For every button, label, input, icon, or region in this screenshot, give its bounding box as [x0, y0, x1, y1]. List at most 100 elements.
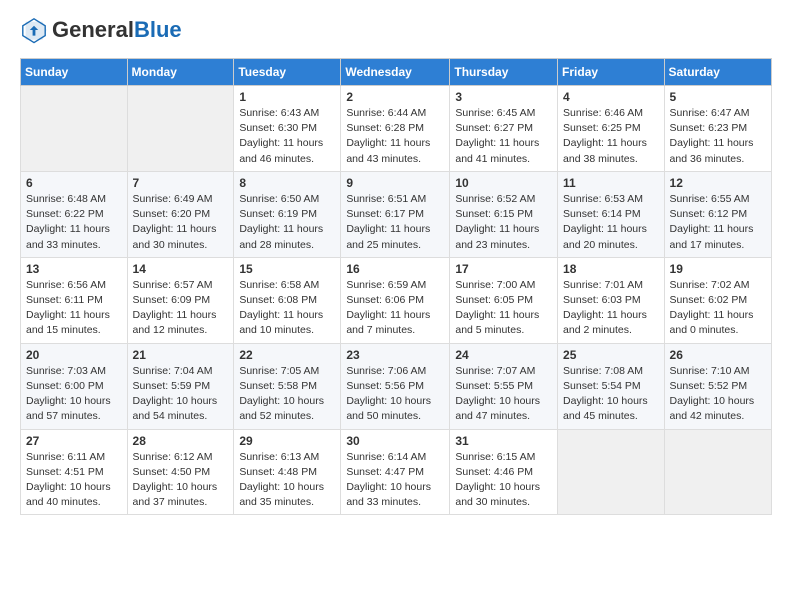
calendar-cell: 3 Sunrise: 6:45 AMSunset: 6:27 PMDayligh… [450, 86, 558, 172]
day-number: 19 [670, 262, 766, 276]
day-number: 9 [346, 176, 444, 190]
calendar-cell: 21 Sunrise: 7:04 AMSunset: 5:59 PMDaylig… [127, 343, 234, 429]
day-number: 20 [26, 348, 122, 362]
calendar-cell: 24 Sunrise: 7:07 AMSunset: 5:55 PMDaylig… [450, 343, 558, 429]
calendar-week-row: 13 Sunrise: 6:56 AMSunset: 6:11 PMDaylig… [21, 257, 772, 343]
day-info: Sunrise: 6:48 AMSunset: 6:22 PMDaylight:… [26, 193, 110, 251]
day-info: Sunrise: 7:08 AMSunset: 5:54 PMDaylight:… [563, 365, 648, 423]
day-number: 17 [455, 262, 552, 276]
day-number: 21 [133, 348, 229, 362]
calendar-week-row: 20 Sunrise: 7:03 AMSunset: 6:00 PMDaylig… [21, 343, 772, 429]
page-header: GeneralBlue [20, 16, 772, 44]
day-info: Sunrise: 6:55 AMSunset: 6:12 PMDaylight:… [670, 193, 754, 251]
calendar-cell: 9 Sunrise: 6:51 AMSunset: 6:17 PMDayligh… [341, 171, 450, 257]
calendar-cell: 29 Sunrise: 6:13 AMSunset: 4:48 PMDaylig… [234, 429, 341, 515]
calendar-cell: 19 Sunrise: 7:02 AMSunset: 6:02 PMDaylig… [664, 257, 771, 343]
day-info: Sunrise: 6:52 AMSunset: 6:15 PMDaylight:… [455, 193, 539, 251]
day-info: Sunrise: 6:49 AMSunset: 6:20 PMDaylight:… [133, 193, 217, 251]
day-number: 29 [239, 434, 335, 448]
calendar-cell: 31 Sunrise: 6:15 AMSunset: 4:46 PMDaylig… [450, 429, 558, 515]
day-number: 10 [455, 176, 552, 190]
day-number: 4 [563, 90, 659, 104]
day-info: Sunrise: 6:46 AMSunset: 6:25 PMDaylight:… [563, 107, 647, 165]
calendar-cell [127, 86, 234, 172]
day-info: Sunrise: 7:02 AMSunset: 6:02 PMDaylight:… [670, 279, 754, 337]
day-number: 23 [346, 348, 444, 362]
day-info: Sunrise: 7:07 AMSunset: 5:55 PMDaylight:… [455, 365, 540, 423]
day-info: Sunrise: 6:57 AMSunset: 6:09 PMDaylight:… [133, 279, 217, 337]
calendar-cell: 11 Sunrise: 6:53 AMSunset: 6:14 PMDaylig… [558, 171, 665, 257]
day-number: 12 [670, 176, 766, 190]
weekday-header: Tuesday [234, 59, 341, 86]
calendar-cell: 1 Sunrise: 6:43 AMSunset: 6:30 PMDayligh… [234, 86, 341, 172]
day-info: Sunrise: 7:05 AMSunset: 5:58 PMDaylight:… [239, 365, 324, 423]
day-number: 7 [133, 176, 229, 190]
calendar-cell: 14 Sunrise: 6:57 AMSunset: 6:09 PMDaylig… [127, 257, 234, 343]
weekday-header: Thursday [450, 59, 558, 86]
calendar-cell: 15 Sunrise: 6:58 AMSunset: 6:08 PMDaylig… [234, 257, 341, 343]
day-info: Sunrise: 6:15 AMSunset: 4:46 PMDaylight:… [455, 451, 540, 509]
weekday-header: Wednesday [341, 59, 450, 86]
calendar-cell: 20 Sunrise: 7:03 AMSunset: 6:00 PMDaylig… [21, 343, 128, 429]
day-info: Sunrise: 6:44 AMSunset: 6:28 PMDaylight:… [346, 107, 430, 165]
calendar-cell: 25 Sunrise: 7:08 AMSunset: 5:54 PMDaylig… [558, 343, 665, 429]
day-number: 31 [455, 434, 552, 448]
calendar-cell: 27 Sunrise: 6:11 AMSunset: 4:51 PMDaylig… [21, 429, 128, 515]
day-number: 15 [239, 262, 335, 276]
calendar-cell: 6 Sunrise: 6:48 AMSunset: 6:22 PMDayligh… [21, 171, 128, 257]
calendar-cell [21, 86, 128, 172]
calendar-cell: 7 Sunrise: 6:49 AMSunset: 6:20 PMDayligh… [127, 171, 234, 257]
calendar-week-row: 1 Sunrise: 6:43 AMSunset: 6:30 PMDayligh… [21, 86, 772, 172]
day-number: 25 [563, 348, 659, 362]
day-info: Sunrise: 6:53 AMSunset: 6:14 PMDaylight:… [563, 193, 647, 251]
weekday-header: Sunday [21, 59, 128, 86]
calendar-cell: 2 Sunrise: 6:44 AMSunset: 6:28 PMDayligh… [341, 86, 450, 172]
day-number: 18 [563, 262, 659, 276]
calendar-cell: 17 Sunrise: 7:00 AMSunset: 6:05 PMDaylig… [450, 257, 558, 343]
day-number: 28 [133, 434, 229, 448]
day-number: 26 [670, 348, 766, 362]
day-number: 6 [26, 176, 122, 190]
weekday-header: Monday [127, 59, 234, 86]
day-info: Sunrise: 7:01 AMSunset: 6:03 PMDaylight:… [563, 279, 647, 337]
day-number: 3 [455, 90, 552, 104]
weekday-header: Saturday [664, 59, 771, 86]
calendar-cell: 28 Sunrise: 6:12 AMSunset: 4:50 PMDaylig… [127, 429, 234, 515]
day-number: 2 [346, 90, 444, 104]
calendar-cell: 8 Sunrise: 6:50 AMSunset: 6:19 PMDayligh… [234, 171, 341, 257]
day-info: Sunrise: 6:58 AMSunset: 6:08 PMDaylight:… [239, 279, 323, 337]
day-info: Sunrise: 6:14 AMSunset: 4:47 PMDaylight:… [346, 451, 431, 509]
calendar-cell: 5 Sunrise: 6:47 AMSunset: 6:23 PMDayligh… [664, 86, 771, 172]
day-info: Sunrise: 6:50 AMSunset: 6:19 PMDaylight:… [239, 193, 323, 251]
day-info: Sunrise: 6:56 AMSunset: 6:11 PMDaylight:… [26, 279, 110, 337]
calendar-cell: 10 Sunrise: 6:52 AMSunset: 6:15 PMDaylig… [450, 171, 558, 257]
day-number: 5 [670, 90, 766, 104]
day-info: Sunrise: 7:03 AMSunset: 6:00 PMDaylight:… [26, 365, 111, 423]
day-number: 30 [346, 434, 444, 448]
calendar-cell: 23 Sunrise: 7:06 AMSunset: 5:56 PMDaylig… [341, 343, 450, 429]
calendar-cell: 26 Sunrise: 7:10 AMSunset: 5:52 PMDaylig… [664, 343, 771, 429]
calendar-week-row: 27 Sunrise: 6:11 AMSunset: 4:51 PMDaylig… [21, 429, 772, 515]
day-info: Sunrise: 6:51 AMSunset: 6:17 PMDaylight:… [346, 193, 430, 251]
calendar-week-row: 6 Sunrise: 6:48 AMSunset: 6:22 PMDayligh… [21, 171, 772, 257]
day-info: Sunrise: 6:13 AMSunset: 4:48 PMDaylight:… [239, 451, 324, 509]
day-number: 13 [26, 262, 122, 276]
day-info: Sunrise: 7:00 AMSunset: 6:05 PMDaylight:… [455, 279, 539, 337]
day-number: 27 [26, 434, 122, 448]
logo: GeneralBlue [20, 16, 182, 44]
day-info: Sunrise: 7:06 AMSunset: 5:56 PMDaylight:… [346, 365, 431, 423]
calendar-cell: 12 Sunrise: 6:55 AMSunset: 6:12 PMDaylig… [664, 171, 771, 257]
day-number: 11 [563, 176, 659, 190]
calendar-cell: 13 Sunrise: 6:56 AMSunset: 6:11 PMDaylig… [21, 257, 128, 343]
day-number: 1 [239, 90, 335, 104]
day-info: Sunrise: 6:12 AMSunset: 4:50 PMDaylight:… [133, 451, 218, 509]
day-info: Sunrise: 7:10 AMSunset: 5:52 PMDaylight:… [670, 365, 755, 423]
calendar-cell: 18 Sunrise: 7:01 AMSunset: 6:03 PMDaylig… [558, 257, 665, 343]
calendar-cell: 16 Sunrise: 6:59 AMSunset: 6:06 PMDaylig… [341, 257, 450, 343]
logo-text: GeneralBlue [52, 19, 182, 41]
day-number: 14 [133, 262, 229, 276]
day-number: 8 [239, 176, 335, 190]
calendar-cell: 22 Sunrise: 7:05 AMSunset: 5:58 PMDaylig… [234, 343, 341, 429]
day-number: 22 [239, 348, 335, 362]
day-info: Sunrise: 6:45 AMSunset: 6:27 PMDaylight:… [455, 107, 539, 165]
